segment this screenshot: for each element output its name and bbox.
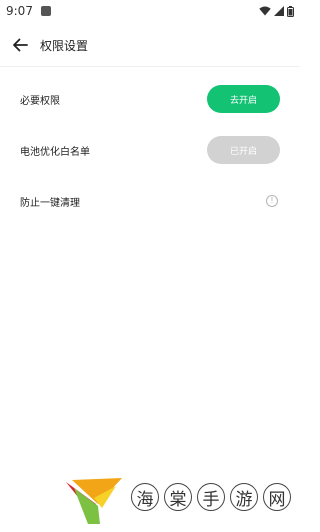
watermark-logo: 海 棠 手 游 网 — [64, 476, 294, 526]
watermark-char: 游 — [230, 483, 258, 511]
row-label-required-permissions: 必要权限 — [20, 95, 60, 107]
signal-icon — [274, 6, 284, 16]
battery-icon — [287, 5, 294, 17]
notification-icon — [40, 6, 51, 16]
header-divider — [0, 66, 300, 67]
watermark-char: 海 — [131, 483, 159, 511]
watermark-char: 棠 — [164, 483, 192, 511]
row-label-battery-whitelist: 电池优化白名单 — [20, 146, 90, 158]
row-label-prevent-cleanup: 防止一键清理 — [20, 197, 80, 209]
back-button[interactable] — [10, 35, 30, 55]
back-arrow-icon — [13, 38, 28, 52]
status-icons — [259, 5, 294, 17]
battery-whitelist-enabled-button[interactable]: 已开启 — [207, 136, 280, 164]
info-icon[interactable]: ! — [266, 195, 278, 207]
watermark-char: 网 — [263, 483, 291, 511]
status-time: 9:07 — [6, 4, 33, 18]
watermark-emblem-icon — [66, 478, 122, 524]
row-required-permissions: 必要权限 去开启 — [0, 84, 300, 114]
watermark-char: 手 — [197, 483, 225, 511]
app-bar: 权限设置 — [0, 26, 300, 64]
row-battery-whitelist: 电池优化白名单 已开启 — [0, 135, 300, 165]
page-title: 权限设置 — [40, 38, 89, 53]
enable-required-permissions-button[interactable]: 去开启 — [207, 85, 280, 113]
row-prevent-cleanup: 防止一键清理 ! — [0, 186, 300, 216]
watermark-text: 海 棠 手 游 网 — [131, 483, 291, 511]
status-bar: 9:07 — [0, 0, 300, 22]
wifi-icon — [259, 6, 271, 16]
